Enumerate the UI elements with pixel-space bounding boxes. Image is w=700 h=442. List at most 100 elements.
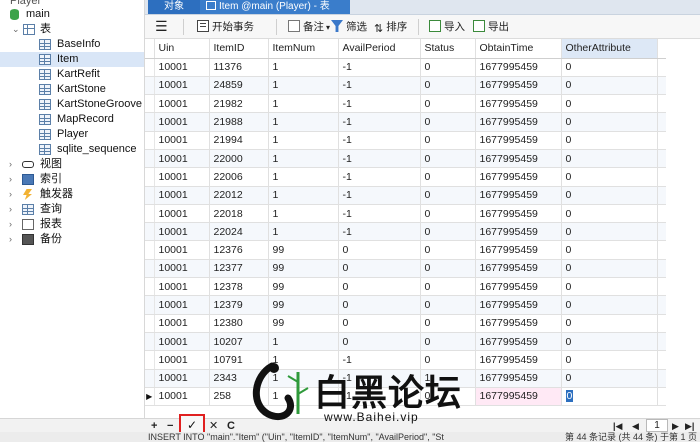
cell-itemnum[interactable]: 1 — [268, 204, 339, 224]
cell-itemid[interactable]: 12378 — [209, 277, 269, 297]
cell-uin[interactable]: 10001 — [154, 387, 210, 407]
first-page-icon[interactable]: |◀ — [613, 419, 622, 433]
row-marker[interactable] — [145, 186, 155, 205]
cell-uin[interactable]: 10001 — [154, 240, 210, 260]
cell-uin[interactable]: 10001 — [154, 222, 210, 242]
cell-otherattribute[interactable]: 0 — [561, 277, 658, 297]
import-button[interactable]: 导入 — [429, 18, 465, 36]
table-item-kartstonegroove[interactable]: KartStoneGroove — [0, 97, 144, 112]
table-item-baseinfo[interactable]: BaseInfo — [0, 37, 144, 52]
chevron-right-icon[interactable]: › — [9, 187, 12, 202]
table-row[interactable]: 10001 21988 1 -1 0 1677995459 0 — [145, 112, 666, 132]
tree-item-views[interactable]: › 视图 — [0, 157, 144, 172]
cell-otherattribute[interactable]: 0 — [561, 112, 658, 132]
cell-itemnum[interactable]: 1 — [268, 94, 339, 114]
cell-itemid[interactable]: 22024 — [209, 222, 269, 242]
tab-item-table[interactable]: Item @main (Player) - 表 — [200, 0, 350, 14]
cell-otherattribute[interactable]: 0 — [561, 314, 658, 333]
cell-obtaintime[interactable]: 1677995459 — [475, 277, 562, 297]
cell-itemid[interactable]: 21988 — [209, 112, 269, 132]
cell-status[interactable]: 0 — [420, 259, 476, 279]
column-header-itemnum[interactable]: ItemNum — [268, 39, 339, 59]
cell-status[interactable]: 0 — [420, 222, 476, 242]
cell-obtaintime[interactable]: 1677995459 — [475, 167, 562, 187]
cell-availperiod[interactable]: -1 — [338, 94, 421, 114]
tree-item-triggers[interactable]: › 触发器 — [0, 187, 144, 202]
cell-status[interactable]: 0 — [420, 149, 476, 169]
table-row[interactable]: 10001 12376 99 0 0 1677995459 0 — [145, 240, 666, 260]
table-item-kartrefit[interactable]: KartRefit — [0, 67, 144, 82]
column-header-obtaintime[interactable]: ObtainTime — [475, 39, 562, 59]
cell-otherattribute[interactable]: 0 — [561, 240, 658, 260]
chevron-right-icon[interactable]: › — [9, 217, 12, 232]
row-marker[interactable] — [145, 149, 155, 169]
cell-status[interactable]: 0 — [420, 112, 476, 132]
cell-uin[interactable]: 10001 — [154, 149, 210, 169]
table-item-item[interactable]: Item — [0, 52, 144, 67]
cell-uin[interactable]: 10001 — [154, 186, 210, 205]
row-marker[interactable] — [145, 58, 155, 77]
sort-button[interactable]: ⇅ 排序 — [374, 18, 407, 36]
table-row[interactable]: 10001 12379 99 0 0 1677995459 0 — [145, 295, 666, 315]
cell-availperiod[interactable]: -1 — [338, 131, 421, 150]
cell-status[interactable]: 0 — [420, 295, 476, 315]
cell-itemid[interactable]: 21994 — [209, 131, 269, 150]
cell-otherattribute[interactable]: 0 — [561, 259, 658, 279]
cell-otherattribute[interactable]: 0 — [561, 58, 658, 77]
cell-status[interactable]: 0 — [420, 332, 476, 352]
cell-availperiod[interactable]: -1 — [338, 222, 421, 242]
cell-itemnum[interactable]: 99 — [268, 259, 339, 279]
last-page-icon[interactable]: ▶| — [685, 419, 694, 433]
cell-obtaintime[interactable]: 1677995459 — [475, 240, 562, 260]
begin-transaction-button[interactable]: 开始事务 — [197, 18, 254, 36]
cell-otherattribute[interactable]: 0 — [561, 131, 658, 150]
filter-button[interactable]: 筛选 — [331, 18, 367, 36]
chevron-right-icon[interactable]: › — [9, 172, 12, 187]
cell-status[interactable]: 0 — [420, 314, 476, 333]
page-number-input[interactable]: 1 — [646, 419, 668, 432]
cell-uin[interactable]: 10001 — [154, 131, 210, 150]
cell-uin[interactable]: 10001 — [154, 295, 210, 315]
cell-itemnum[interactable]: 99 — [268, 314, 339, 333]
column-header-availperiod[interactable]: AvailPeriod — [338, 39, 421, 59]
table-row[interactable]: 10001 10207 1 0 0 1677995459 0 — [145, 332, 666, 352]
cell-uin[interactable]: 10001 — [154, 314, 210, 333]
cell-availperiod[interactable]: 0 — [338, 314, 421, 333]
cell-status[interactable]: 0 — [420, 167, 476, 187]
cell-itemnum[interactable]: 1 — [268, 76, 339, 96]
column-header-uin[interactable]: Uin — [154, 39, 210, 59]
cell-availperiod[interactable]: -1 — [338, 58, 421, 77]
discard-changes-button[interactable]: ✕ — [209, 419, 218, 433]
cell-uin[interactable]: 10001 — [154, 94, 210, 114]
row-marker[interactable] — [145, 112, 155, 132]
cell-obtaintime[interactable]: 1677995459 — [475, 76, 562, 96]
cell-itemnum[interactable]: 1 — [268, 167, 339, 187]
cell-obtaintime[interactable]: 1677995459 — [475, 314, 562, 333]
note-button[interactable]: 备注 ▾ — [288, 18, 330, 36]
cell-obtaintime[interactable]: 1677995459 — [475, 149, 562, 169]
table-item-kartstone[interactable]: KartStone — [0, 82, 144, 97]
cell-availperiod[interactable]: -1 — [338, 76, 421, 96]
row-marker[interactable] — [145, 76, 155, 96]
cell-status[interactable]: 0 — [420, 186, 476, 205]
table-row[interactable]: 10001 12380 99 0 0 1677995459 0 — [145, 314, 666, 333]
table-row[interactable]: 10001 22000 1 -1 0 1677995459 0 — [145, 149, 666, 169]
cell-availperiod[interactable]: -1 — [338, 186, 421, 205]
cell-uin[interactable]: 10001 — [154, 369, 210, 388]
table-row[interactable]: 10001 22024 1 -1 0 1677995459 0 — [145, 222, 666, 242]
cell-obtaintime[interactable]: 1677995459 — [475, 204, 562, 224]
cell-itemnum[interactable]: 1 — [268, 58, 339, 77]
cell-itemnum[interactable]: 1 — [268, 149, 339, 169]
cell-obtaintime[interactable]: 1677995459 — [475, 259, 562, 279]
table-item-sqlite_sequence[interactable]: sqlite_sequence — [0, 142, 144, 157]
table-row[interactable]: 10001 11376 1 -1 0 1677995459 0 — [145, 58, 666, 77]
chevron-right-icon[interactable]: › — [9, 232, 12, 247]
chevron-down-icon[interactable]: ⌄ — [12, 22, 20, 37]
cell-itemnum[interactable]: 1 — [268, 112, 339, 132]
cell-otherattribute[interactable]: 0 — [561, 149, 658, 169]
cell-otherattribute[interactable]: 0 — [561, 387, 658, 407]
cell-availperiod[interactable]: -1 — [338, 167, 421, 187]
cell-status[interactable]: 0 — [420, 240, 476, 260]
table-row[interactable]: 10001 21982 1 -1 0 1677995459 0 — [145, 94, 666, 114]
cell-availperiod[interactable]: 0 — [338, 295, 421, 315]
